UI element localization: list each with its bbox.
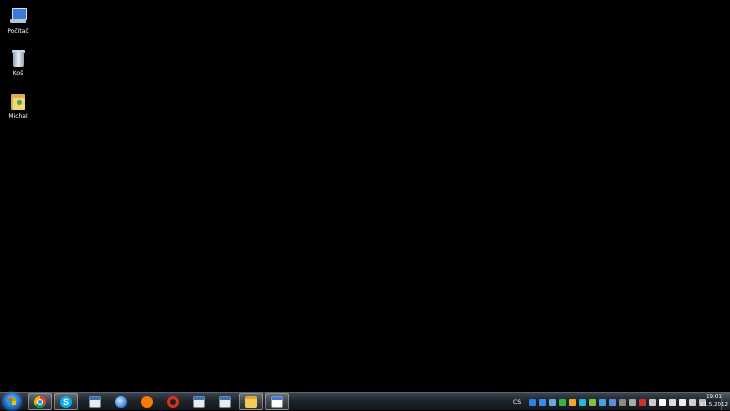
tray-icons [529,398,706,406]
tray-icon[interactable] [639,398,646,406]
taskbar-document-button[interactable] [265,393,289,410]
tray-icon[interactable] [539,398,546,406]
tray-icon[interactable] [659,398,666,406]
folder-icon [245,395,257,408]
tray-icon[interactable] [629,398,636,406]
taskbar-network-button[interactable] [109,393,133,410]
tray-icon[interactable] [689,398,696,406]
taskbar-explorer-button[interactable] [239,393,263,410]
taskbar-calculator-button[interactable] [83,393,107,410]
desktop-icon-user-folder[interactable]: Michal [0,91,36,120]
computer-icon [8,6,28,26]
windows-logo-icon [8,398,16,405]
tray-icon[interactable] [549,398,556,406]
tray-icon[interactable] [589,398,596,406]
user-folder-icon [8,91,28,111]
system-tray: CS [513,393,706,411]
taskbar-avast-button[interactable] [135,393,159,410]
start-button[interactable] [3,393,21,410]
avast-icon [141,395,153,408]
tray-icon[interactable] [609,398,616,406]
calculator-icon [219,395,231,408]
tray-icon[interactable] [619,398,626,406]
calculator-icon [89,395,101,408]
desktop-icon-label: Počítač [7,28,29,35]
tray-icon[interactable] [599,398,606,406]
show-desktop-button[interactable] [721,393,730,410]
tray-icon[interactable] [569,398,576,406]
taskbar-chrome-button[interactable] [28,393,52,410]
desktop-icon-label: Michal [8,113,28,120]
recycle-bin-icon [8,48,28,68]
desktop-icon-label: Koš [12,70,24,77]
tray-icon[interactable] [669,398,676,406]
taskbar-calculator-2-button[interactable] [187,393,211,410]
language-indicator[interactable]: CS [513,399,521,406]
desktop-icon-recycle-bin[interactable]: Koš [0,48,36,77]
globe-icon [115,395,127,408]
tray-icon[interactable] [559,398,566,406]
document-icon [271,395,283,408]
taskbar-calculator-3-button[interactable] [213,393,237,410]
calculator-icon [193,395,205,408]
tray-icon[interactable] [649,398,656,406]
tray-icon[interactable] [529,398,536,406]
desktop-icon-computer[interactable]: Počítač [0,6,36,35]
opera-icon [167,395,179,408]
taskbar-opera-button[interactable] [161,393,185,410]
desktop: Počítač Koš Michal [0,0,730,392]
skype-icon: S [60,395,72,408]
tray-icon[interactable] [579,398,586,406]
taskbar-skype-button[interactable]: S [54,393,78,410]
chrome-icon [34,395,46,408]
taskbar: S CS 19:01 21.5.2012 [0,392,730,410]
tray-icon[interactable] [679,398,686,406]
